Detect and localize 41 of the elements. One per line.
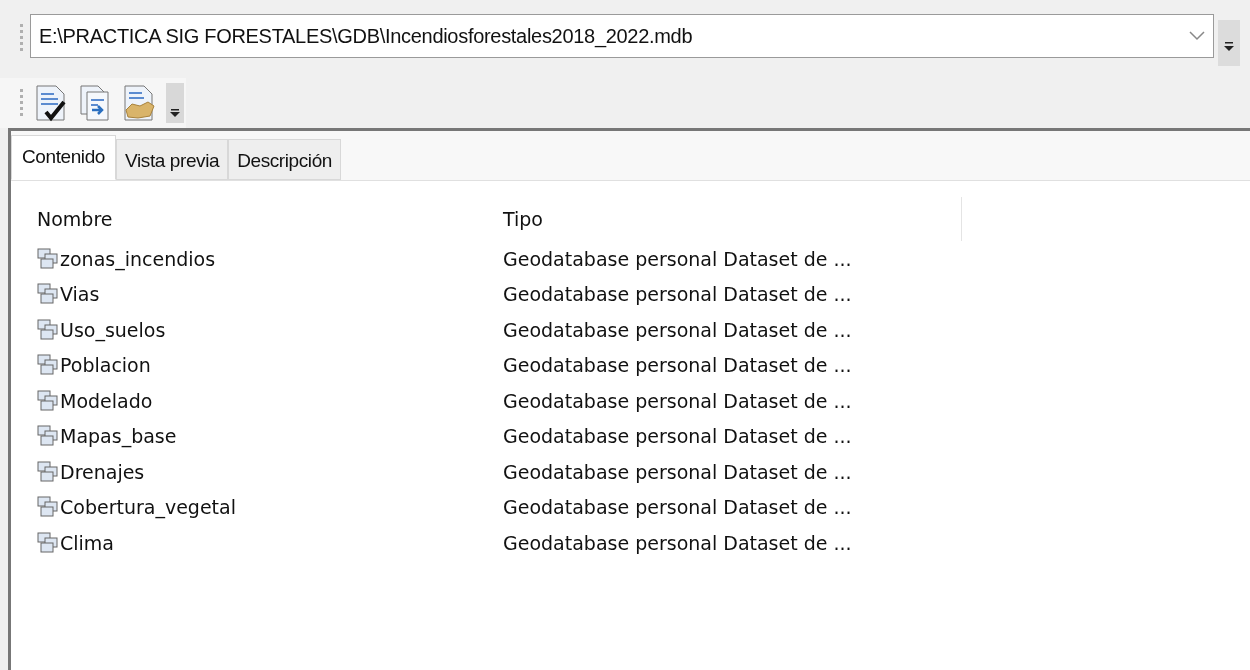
type-cell: Geodatabase personal Dataset de ... — [503, 531, 852, 554]
type-cell: Geodatabase personal Dataset de ... — [503, 460, 852, 483]
dropdown-chevron-icon[interactable] — [1189, 31, 1205, 41]
document-map-icon[interactable] — [122, 84, 156, 122]
type-cell: Geodatabase personal Dataset de ... — [503, 496, 852, 519]
dataset-icon — [37, 389, 59, 412]
grip-handle-icon[interactable] — [20, 24, 24, 52]
list-item[interactable]: Mapas_base — [37, 425, 177, 448]
dataset-icon — [37, 247, 59, 270]
dataset-icon — [37, 283, 59, 306]
overflow-icon[interactable] — [166, 83, 184, 123]
list-item[interactable]: Cobertura_vegetal — [37, 496, 236, 519]
column-header[interactable]: Tipo — [503, 197, 962, 241]
list-item[interactable]: Modelado — [37, 389, 153, 412]
path-combo-box[interactable]: E:\PRACTICA SIG FORESTALES\GDB\Incendiosforestales2018_2022.mdb — [30, 14, 1214, 58]
document-check-icon[interactable] — [34, 84, 68, 122]
list-item[interactable]: Vias — [37, 283, 100, 306]
type-cell: Geodatabase personal Dataset de ... — [503, 354, 852, 377]
tab[interactable]: Descripción — [228, 139, 341, 180]
list-item[interactable]: Drenajes — [37, 460, 145, 483]
tab[interactable]: Vista previa — [116, 139, 229, 180]
dataset-icon — [37, 425, 59, 448]
type-cell: Geodatabase personal Dataset de ... — [503, 247, 852, 270]
list-item[interactable]: Uso_suelos — [37, 318, 166, 341]
dataset-icon — [37, 318, 59, 341]
type-cell: Geodatabase personal Dataset de ... — [503, 318, 852, 341]
type-cell: Geodatabase personal Dataset de ... — [503, 283, 852, 306]
list-item[interactable]: zonas_incendios — [37, 247, 216, 270]
dataset-icon — [37, 460, 59, 483]
overflow-icon[interactable] — [1218, 20, 1240, 66]
dataset-icon — [37, 496, 59, 519]
type-cell: Geodatabase personal Dataset de ... — [503, 389, 852, 412]
grip-handle-icon[interactable] — [20, 89, 24, 117]
dataset-icon — [37, 531, 59, 554]
column-header[interactable]: Nombre — [37, 197, 503, 241]
type-cell: Geodatabase personal Dataset de ... — [503, 425, 852, 448]
dataset-icon — [37, 354, 59, 377]
list-item[interactable]: Poblacion — [37, 354, 151, 377]
tab[interactable]: Contenido — [11, 135, 117, 180]
document-import-icon[interactable] — [78, 84, 112, 122]
list-item[interactable]: Clima — [37, 531, 114, 554]
